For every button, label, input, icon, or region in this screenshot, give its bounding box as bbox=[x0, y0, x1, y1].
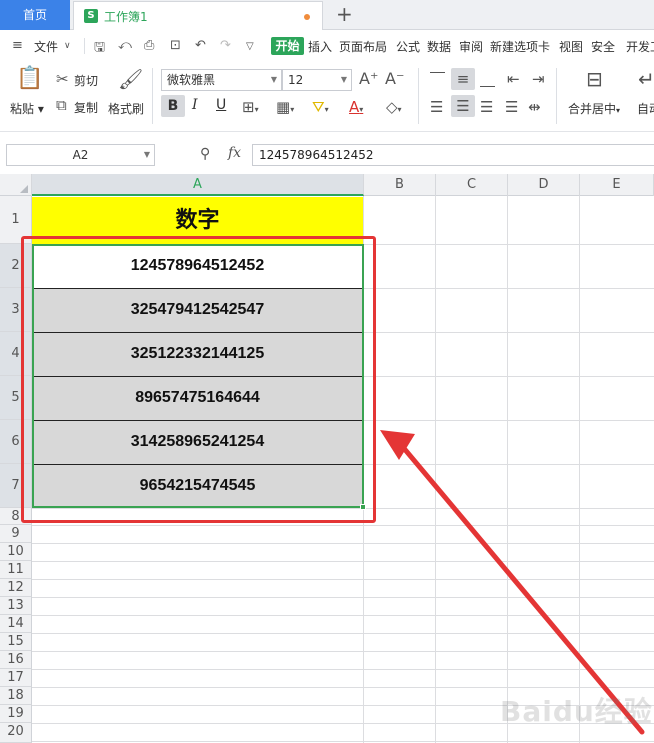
border-icon[interactable]: ⊞▾ bbox=[242, 98, 259, 119]
cut-button[interactable]: 剪切 bbox=[74, 72, 98, 89]
auto-wrap-button[interactable]: 自动换行 bbox=[637, 100, 654, 117]
merge-center-label: 合并居中 bbox=[568, 102, 617, 116]
unsaved-dot-icon bbox=[304, 14, 310, 20]
name-box-value: A2 bbox=[72, 148, 89, 162]
paste-label: 粘贴 bbox=[10, 102, 35, 116]
ribbon-tab-review[interactable]: 审阅 bbox=[459, 38, 483, 55]
ribbon-tab-formula[interactable]: 公式 bbox=[396, 38, 420, 55]
divider bbox=[418, 68, 419, 124]
ribbon-tab-start[interactable]: 开始 bbox=[271, 37, 304, 55]
copy-button[interactable]: 复制 bbox=[74, 99, 98, 116]
hamburger-icon[interactable]: ≡ bbox=[12, 38, 23, 53]
underline-button[interactable]: U bbox=[216, 97, 226, 113]
bold-button[interactable]: B bbox=[161, 95, 185, 117]
redo-icon[interactable]: ↷ bbox=[220, 38, 231, 53]
align-bottom-icon[interactable]: ⎽ bbox=[480, 70, 495, 88]
fx-icon[interactable]: fx bbox=[228, 145, 241, 161]
spreadsheet-grid: A B C D E 1 2 3 4 5 6 7 8 9 10 11 12 13 … bbox=[0, 174, 654, 743]
tab-workbook[interactable]: S 工作簿1 bbox=[73, 1, 323, 30]
save-icon[interactable]: 🖫 bbox=[94, 38, 105, 60]
formula-bar: A2 ▼ ⚲ fx 124578964512452 bbox=[0, 140, 654, 170]
ribbon-tab-page-layout[interactable]: 页面布局 bbox=[339, 38, 387, 55]
tab-workbook-title: 工作簿1 bbox=[104, 10, 148, 24]
align-top-icon[interactable]: ⎺ bbox=[430, 70, 445, 88]
copy-icon[interactable]: ⧉ bbox=[56, 96, 67, 114]
tab-bar: 首页 S 工作簿1 + bbox=[0, 0, 654, 30]
chevron-down-icon: ▼ bbox=[143, 150, 150, 159]
merge-center-button[interactable]: 合并居中▾ bbox=[568, 100, 620, 117]
auto-wrap-icon[interactable]: ↵ bbox=[638, 69, 654, 89]
paste-icon[interactable]: 📋 bbox=[16, 68, 43, 90]
file-menu[interactable]: 文件 bbox=[34, 38, 58, 55]
ribbon-tab-data[interactable]: 数据 bbox=[427, 38, 451, 55]
decrease-font-icon[interactable]: A⁻ bbox=[385, 70, 404, 88]
export-icon[interactable]: ⤺ bbox=[118, 38, 132, 53]
increase-indent-icon[interactable]: ⇥ bbox=[532, 70, 545, 88]
divider bbox=[152, 68, 153, 124]
align-center-icon[interactable]: ☰ bbox=[451, 95, 475, 117]
chevron-down-icon[interactable]: ∨ bbox=[64, 41, 71, 51]
ribbon-toolbar: 📋 粘贴 ▾ ✂ 剪切 ⧉ 复制 🖌 格式刷 微软雅黑 ▼ 12 ▼ A⁺ A⁻ B… bbox=[0, 62, 654, 132]
undo-icon[interactable]: ↶ bbox=[195, 38, 206, 53]
font-size-select[interactable]: 12 ▼ bbox=[282, 69, 352, 91]
font-family-value: 微软雅黑 bbox=[167, 73, 216, 87]
paste-button[interactable]: 粘贴 ▾ bbox=[10, 100, 44, 117]
new-tab-button[interactable]: + bbox=[336, 2, 353, 26]
ribbon-tab-new[interactable]: 新建选项卡 bbox=[490, 38, 550, 55]
font-color-icon[interactable]: A▾ bbox=[349, 98, 363, 119]
font-size-value: 12 bbox=[288, 73, 304, 87]
format-painter-button[interactable]: 格式刷 bbox=[108, 100, 144, 117]
ribbon-tab-insert[interactable]: 插入 bbox=[308, 38, 332, 55]
spreadsheet-icon: S bbox=[84, 9, 98, 23]
fill-pattern-icon[interactable]: ▦▾ bbox=[276, 98, 294, 119]
ribbon-tab-security[interactable]: 安全 bbox=[591, 38, 615, 55]
align-right-icon[interactable]: ☰ bbox=[480, 98, 493, 116]
ribbon-tab-developer[interactable]: 开发工具 bbox=[626, 38, 654, 55]
menu-bar: ≡ 文件 ∨ 🖫 ⤺ ⎙ ⊡ ↶ ↷ ▽ 开始 插入 页面布局 公式 数据 审阅… bbox=[0, 34, 654, 58]
zoom-search-icon[interactable]: ⚲ bbox=[200, 146, 210, 162]
divider bbox=[84, 38, 85, 54]
font-family-select[interactable]: 微软雅黑 ▼ bbox=[161, 69, 282, 91]
justify-icon[interactable]: ☰ bbox=[505, 98, 518, 116]
align-left-icon[interactable]: ☰ bbox=[430, 98, 443, 116]
fill-color-icon[interactable]: ⛛▾ bbox=[312, 98, 329, 119]
ribbon-tab-view[interactable]: 视图 bbox=[559, 38, 583, 55]
align-middle-icon[interactable]: ≡ bbox=[451, 68, 475, 90]
increase-font-icon[interactable]: A⁺ bbox=[359, 70, 378, 88]
tab-home[interactable]: 首页 bbox=[0, 0, 70, 30]
italic-button[interactable]: I bbox=[192, 97, 198, 113]
decrease-indent-icon[interactable]: ⇤ bbox=[507, 70, 520, 88]
formula-input[interactable]: 124578964512452 bbox=[252, 144, 654, 166]
name-box[interactable]: A2 ▼ bbox=[6, 144, 155, 166]
distribute-icon[interactable]: ⇹ bbox=[528, 98, 541, 116]
merge-center-icon[interactable]: ⊟ bbox=[586, 69, 603, 89]
annotation-arrow bbox=[380, 430, 645, 735]
clear-format-icon[interactable]: ◇▾ bbox=[386, 98, 402, 119]
format-painter-icon[interactable]: 🖌 bbox=[118, 69, 143, 89]
print-icon[interactable]: ⎙ bbox=[144, 38, 154, 53]
chevron-down-icon: ▼ bbox=[340, 75, 347, 84]
cut-icon[interactable]: ✂ bbox=[56, 70, 69, 88]
watermark: Baidu经验 bbox=[500, 695, 653, 728]
divider bbox=[556, 68, 557, 124]
customize-icon[interactable]: ▽ bbox=[246, 41, 254, 52]
print-preview-icon[interactable]: ⊡ bbox=[170, 38, 181, 53]
chevron-down-icon: ▼ bbox=[270, 75, 277, 84]
